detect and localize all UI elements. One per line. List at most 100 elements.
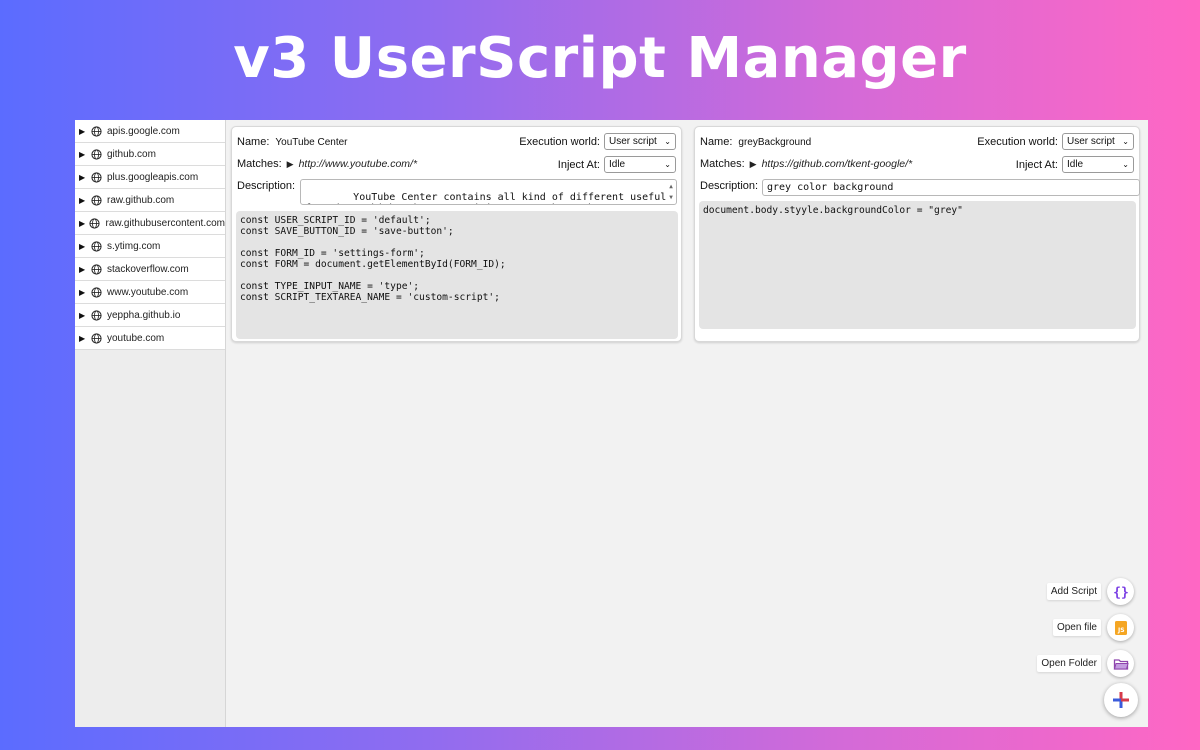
script-name-field[interactable]: YouTube Center (275, 137, 347, 148)
execution-world-label: Execution world: (519, 135, 600, 148)
plus-icon (1113, 692, 1129, 708)
app-window: ▶ apis.google.com ▶ github.com ▶ plus.googl… (75, 120, 1148, 727)
matches-row: Matches: ▶ http://www.youtube.com/* (237, 158, 417, 170)
site-label: plus.googleapis.com (107, 171, 199, 183)
execution-world-label: Execution world: (977, 135, 1058, 148)
inject-at-row: Inject At: Idle ⌄ (558, 156, 676, 173)
matches-label: Matches: (700, 158, 745, 170)
execution-world-select[interactable]: User script ⌄ (1062, 133, 1134, 150)
js-file-icon: JS (1114, 620, 1127, 635)
site-label: www.youtube.com (107, 286, 189, 298)
globe-icon (91, 240, 102, 252)
globe-icon (91, 171, 102, 183)
curly-braces-icon: {} (1113, 585, 1129, 600)
description-row: Description: (237, 180, 295, 192)
expand-triangle-icon[interactable]: ▶ (79, 311, 91, 320)
script-card: Name: YouTube Center Execution world: Us… (231, 126, 682, 342)
matches-label: Matches: (237, 158, 282, 170)
description-field[interactable]: grey color background (762, 179, 1140, 196)
site-list: ▶ apis.google.com ▶ github.com ▶ plus.googl… (75, 120, 226, 727)
add-script-label[interactable]: Add Script (1046, 583, 1101, 600)
site-item[interactable]: ▶ stackoverflow.com (75, 258, 225, 281)
description-label: Description: (700, 180, 759, 192)
site-label: yeppha.github.io (107, 309, 181, 321)
open-file-label[interactable]: Open file (1052, 619, 1101, 636)
expand-triangle-icon[interactable]: ▶ (79, 173, 91, 182)
open-file-button[interactable]: JS (1107, 614, 1134, 641)
site-label: raw.github.com (107, 194, 175, 206)
add-script-button[interactable]: {} (1107, 578, 1134, 605)
script-panel: Name: YouTube Center Execution world: Us… (226, 120, 1148, 727)
svg-text:JS: JS (1117, 627, 1125, 634)
site-label: youtube.com (107, 332, 165, 344)
site-label: apis.google.com (107, 125, 180, 137)
chevron-down-icon: ⌄ (1122, 160, 1129, 169)
site-item[interactable]: ▶ www.youtube.com (75, 281, 225, 304)
svg-text:{}: {} (1113, 585, 1129, 600)
site-item[interactable]: ▶ raw.githubusercontent.com (75, 212, 225, 235)
name-row: Name: YouTube Center (237, 136, 348, 148)
inject-at-select[interactable]: Idle ⌄ (1062, 156, 1134, 173)
expand-triangle-icon[interactable]: ▶ (79, 334, 91, 343)
expand-triangle-icon[interactable]: ▶ (79, 150, 91, 159)
globe-icon (91, 286, 102, 298)
site-label: github.com (107, 148, 156, 160)
description-row: Description: (700, 180, 758, 192)
expand-triangle-icon[interactable]: ▶ (79, 265, 91, 274)
add-script-action[interactable]: Add Script {} (1046, 578, 1134, 605)
globe-icon (91, 148, 102, 160)
chevron-down-icon: ⌄ (1122, 137, 1129, 146)
name-label: Name: (700, 136, 733, 148)
site-label: raw.githubusercontent.com (105, 217, 225, 229)
name-label: Name: (237, 136, 270, 148)
description-label: Description: (237, 180, 296, 192)
folder-icon (1113, 658, 1129, 670)
expand-triangle-icon[interactable]: ▶ (79, 288, 91, 297)
main-action-button[interactable] (1104, 683, 1138, 717)
site-item[interactable]: ▶ raw.github.com (75, 189, 225, 212)
site-item[interactable]: ▶ yeppha.github.io (75, 304, 225, 327)
script-card: Name: greyBackground Execution world: Us… (694, 126, 1140, 342)
expand-triangle-icon[interactable]: ▶ (79, 242, 91, 251)
description-field[interactable]: YouTube Center contains all kind of diff… (300, 179, 677, 205)
expand-triangle-icon[interactable]: ▶ (79, 196, 91, 205)
globe-icon (91, 263, 102, 275)
expand-triangle-icon[interactable]: ▶ (750, 159, 757, 170)
scrollbar[interactable]: ▲ ▼ (667, 181, 675, 203)
code-editor[interactable]: const USER_SCRIPT_ID = 'default'; const … (236, 211, 678, 339)
code-editor[interactable]: document.body.styyle.backgroundColor = "… (699, 201, 1136, 329)
site-label: s.ytimg.com (107, 240, 161, 252)
matches-value: https://github.com/tkent-google/* (761, 158, 913, 170)
scroll-down-icon[interactable]: ▼ (669, 192, 673, 203)
open-file-action[interactable]: Open file JS (1052, 614, 1134, 641)
execution-world-row: Execution world: User script ⌄ (519, 133, 676, 150)
site-item[interactable]: ▶ apis.google.com (75, 120, 225, 143)
open-folder-button[interactable] (1107, 650, 1134, 677)
matches-value: http://www.youtube.com/* (298, 158, 418, 170)
inject-at-label: Inject At: (1015, 158, 1058, 171)
scroll-up-icon[interactable]: ▲ (669, 181, 673, 192)
matches-row: Matches: ▶ https://github.com/tkent-goog… (700, 158, 912, 170)
execution-world-select[interactable]: User script ⌄ (604, 133, 676, 150)
globe-icon (91, 125, 102, 137)
site-item[interactable]: ▶ plus.googleapis.com (75, 166, 225, 189)
execution-world-row: Execution world: User script ⌄ (977, 133, 1134, 150)
site-item[interactable]: ▶ youtube.com (75, 327, 225, 350)
expand-triangle-icon[interactable]: ▶ (79, 127, 91, 136)
chevron-down-icon: ⌄ (664, 160, 671, 169)
inject-at-select[interactable]: Idle ⌄ (604, 156, 676, 173)
site-item[interactable]: ▶ s.ytimg.com (75, 235, 225, 258)
globe-icon (89, 217, 101, 229)
globe-icon (91, 194, 102, 206)
inject-at-label: Inject At: (557, 158, 600, 171)
globe-icon (91, 309, 102, 321)
expand-triangle-icon[interactable]: ▶ (287, 159, 294, 170)
globe-icon (91, 332, 102, 344)
open-folder-action[interactable]: Open Folder (1037, 650, 1134, 677)
banner-title: v3 UserScript Manager (233, 26, 967, 91)
inject-at-row: Inject At: Idle ⌄ (1016, 156, 1134, 173)
site-item[interactable]: ▶ github.com (75, 143, 225, 166)
script-name-field[interactable]: greyBackground (738, 137, 811, 148)
expand-triangle-icon[interactable]: ▶ (79, 219, 89, 228)
open-folder-label[interactable]: Open Folder (1037, 655, 1101, 672)
